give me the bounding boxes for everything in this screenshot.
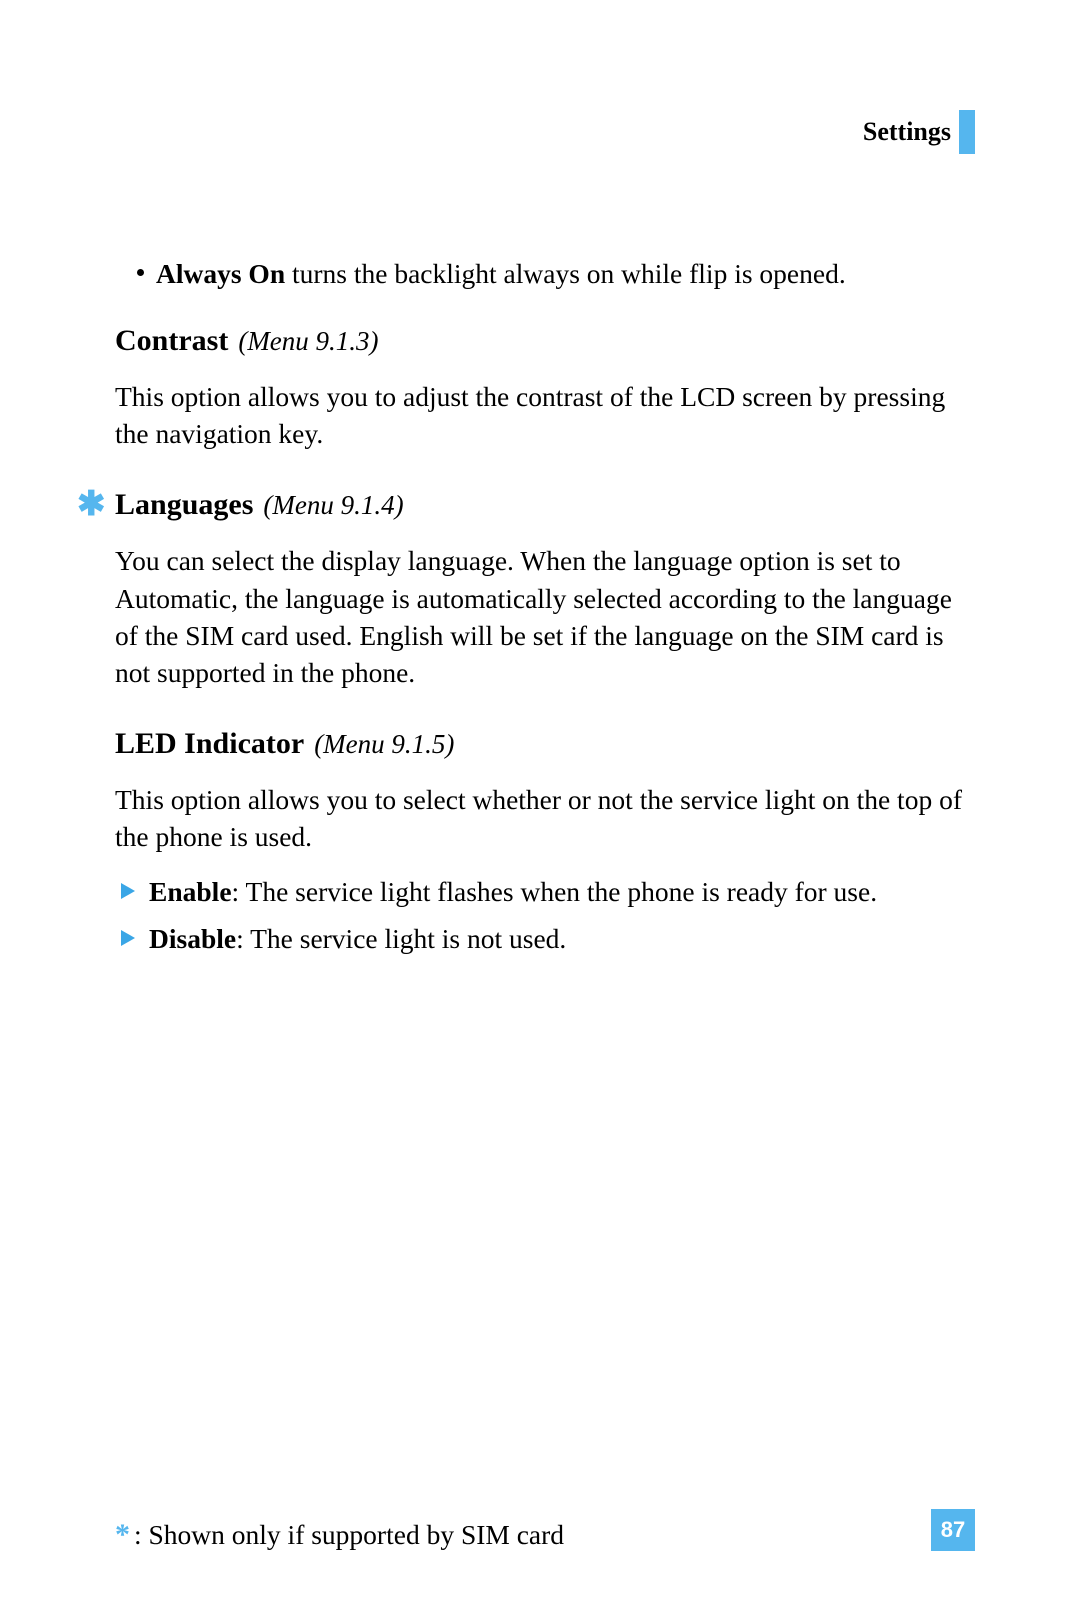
contrast-body: This option allows you to adjust the con… xyxy=(115,378,975,452)
page-number: 87 xyxy=(931,1509,975,1551)
contrast-menu-ref: (Menu 9.1.3) xyxy=(238,326,378,356)
languages-menu-ref: (Menu 9.1.4) xyxy=(263,490,403,520)
led-enable-desc: : The service light flashes when the pho… xyxy=(232,876,878,907)
section-led: LED Indicator (Menu 9.1.5) xyxy=(115,727,975,761)
led-enable-label: Enable xyxy=(149,876,232,907)
led-disable-desc: : The service light is not used. xyxy=(236,923,566,954)
section-languages: ✱ Languages (Menu 9.1.4) xyxy=(115,488,975,522)
always-on-label: Always On xyxy=(156,258,285,289)
led-title: LED Indicator xyxy=(115,727,304,760)
document-page: Settings Always On turns the backlight a… xyxy=(0,0,1080,1621)
led-menu-ref: (Menu 9.1.5) xyxy=(314,729,454,759)
led-disable-label: Disable xyxy=(149,923,236,954)
led-enable-item: Enable: The service light flashes when t… xyxy=(121,873,975,910)
languages-title: Languages xyxy=(115,488,253,521)
footnote-text: : Shown only if supported by SIM card xyxy=(134,1519,564,1551)
arrow-right-icon xyxy=(121,930,135,946)
page-header: Settings xyxy=(863,110,975,154)
section-contrast: Contrast (Menu 9.1.3) xyxy=(115,324,975,358)
bullet-dot-icon xyxy=(137,269,144,276)
contrast-title: Contrast xyxy=(115,324,228,357)
page-footer: * : Shown only if supported by SIM card … xyxy=(115,1509,975,1551)
always-on-bullet: Always On turns the backlight always on … xyxy=(137,255,975,292)
star-marker-icon: ✱ xyxy=(77,488,106,522)
footnote: * : Shown only if supported by SIM card xyxy=(115,1519,564,1551)
always-on-text: Always On turns the backlight always on … xyxy=(156,255,846,292)
header-title: Settings xyxy=(863,117,951,147)
page-content: Always On turns the backlight always on … xyxy=(115,255,975,957)
always-on-desc: turns the backlight always on while flip… xyxy=(285,258,846,289)
led-enable-text: Enable: The service light flashes when t… xyxy=(149,873,877,910)
footnote-star-icon: * xyxy=(115,1520,130,1550)
led-disable-text: Disable: The service light is not used. xyxy=(149,920,566,957)
languages-body: You can select the display language. Whe… xyxy=(115,542,975,691)
led-disable-item: Disable: The service light is not used. xyxy=(121,920,975,957)
arrow-right-icon xyxy=(121,883,135,899)
header-tab-icon xyxy=(959,110,975,154)
led-body: This option allows you to select whether… xyxy=(115,781,975,855)
